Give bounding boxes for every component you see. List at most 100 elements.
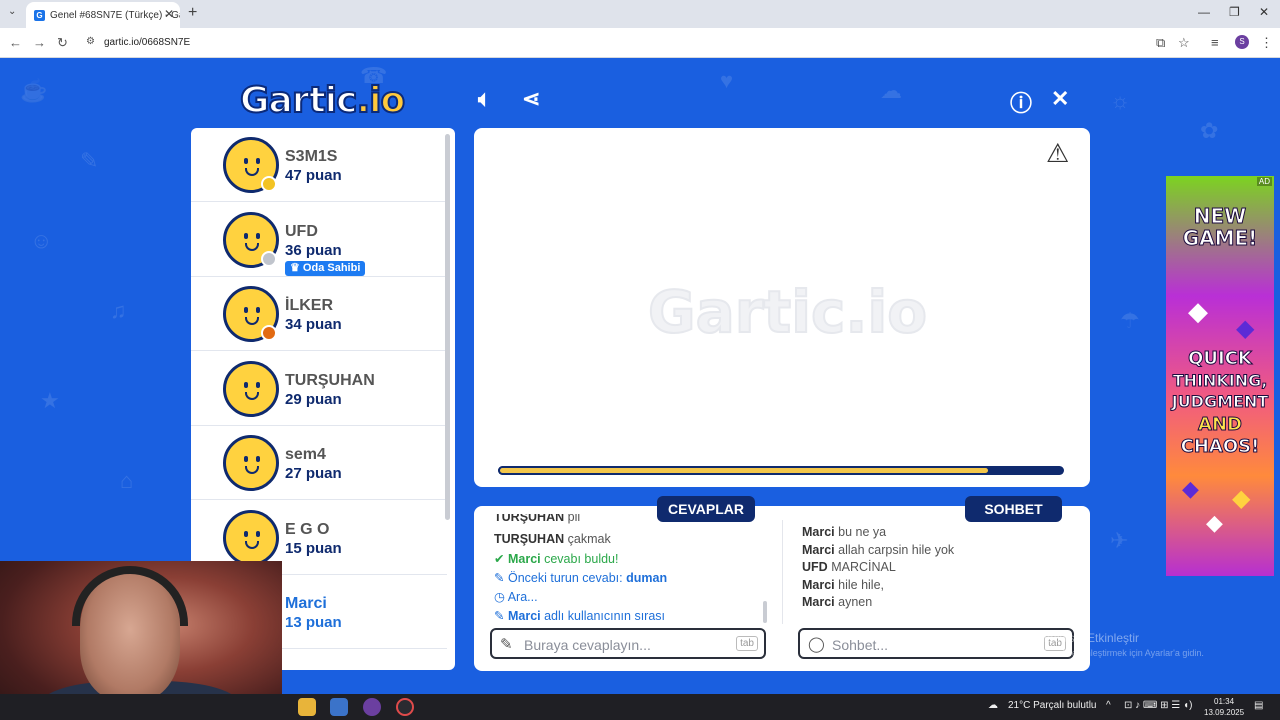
player-name: S3M1S <box>285 148 338 165</box>
answer-line-icon: ✎ <box>494 571 505 585</box>
round-timer-bar <box>498 466 1064 475</box>
forward-icon[interactable]: → <box>33 35 46 50</box>
player-status-dot <box>261 176 277 192</box>
share-icon[interactable]: ⋖ <box>522 86 540 112</box>
tab-title: Genel #68SN7E (Türkçe) - Gartic.io <box>50 9 180 21</box>
tray-expand-icon[interactable]: ^ <box>1106 700 1111 711</box>
tab-chat[interactable]: SOHBET <box>965 496 1062 522</box>
tray-icons[interactable]: ⊡ ♪ ⌨ ⊞ ☰ ◖) <box>1124 700 1192 711</box>
webcam-headset <box>72 566 188 626</box>
doodle-icon: ☁ <box>880 78 902 103</box>
browser-menu-icon[interactable]: ⋮ <box>1260 35 1273 51</box>
player-row[interactable]: TURŞUHAN 29 puan <box>191 352 447 426</box>
doodle-icon: ♫ <box>110 298 127 323</box>
advertisement-banner[interactable]: AD NEW GAME! ◆ ◆ QUICK THINKING, JUDGMEN… <box>1166 176 1274 576</box>
chat-line: Marci bu ne ya <box>802 525 886 539</box>
app-icon[interactable] <box>363 698 381 716</box>
doodle-icon: ☂ <box>1120 308 1140 333</box>
player-list-scrollbar[interactable] <box>445 134 450 520</box>
chat-line: UFD MARCİNAL <box>802 560 896 574</box>
profile-avatar[interactable]: S <box>1235 35 1249 49</box>
chat-placeholder: Sohbet... <box>832 637 889 653</box>
weather-icon[interactable]: ☁ <box>988 700 998 711</box>
chat-user: Marci <box>802 595 835 609</box>
browser-address-bar: ← → ↻ ⚙ gartic.io/0668SN7E ⧉ ☆ ≡ ⋮ <box>0 28 1280 58</box>
avatar-eye <box>256 158 260 164</box>
windows-activate-title: Windows'u Etkinleştir <box>1026 631 1139 645</box>
file-explorer-icon[interactable] <box>298 698 316 716</box>
minimize-icon[interactable]: — <box>1198 5 1210 19</box>
info-icon[interactable]: ⓘ <box>1010 86 1032 118</box>
player-score: 34 puan <box>285 316 342 333</box>
weather-text[interactable]: 21°C Parçalı bulutlu <box>1008 700 1097 711</box>
player-name: UFD <box>285 222 318 240</box>
avatar-mouth <box>245 242 259 251</box>
browser-tab-gartic[interactable]: G Genel #68SN7E (Türkçe) - Gartic.io ✕ <box>26 2 180 28</box>
answer-line: TURŞUHAN pii <box>494 514 580 524</box>
tab-list-icon[interactable]: ⌄ <box>8 6 16 17</box>
ad-text: THINKING, <box>1172 371 1268 391</box>
answer-line: ✎ Marci adlı kullanıcının sırası <box>494 608 665 623</box>
clock-time: 01:34 <box>1214 697 1235 706</box>
cube-icon: ◆ <box>1206 510 1223 535</box>
player-name: E G O <box>285 520 330 538</box>
notification-icon[interactable]: ▤ <box>1254 700 1263 711</box>
chat-user: Marci <box>802 525 835 539</box>
media-controls-icon[interactable]: ≡ <box>1211 35 1219 50</box>
ad-text: GAME! <box>1182 226 1258 251</box>
player-row[interactable]: UFD 36 puan ♛ Oda Sahibi <box>191 203 447 277</box>
answer-input[interactable]: ✎ Buraya cevaplayın... tab <box>490 628 766 659</box>
answer-text: çakmak <box>567 532 611 546</box>
player-score: 13 puan <box>285 614 342 631</box>
chat-user: Marci <box>802 542 835 557</box>
new-tab-icon[interactable]: + <box>188 4 197 22</box>
doodle-icon: ✿ <box>1200 118 1219 143</box>
doodle-icon: ☕ <box>20 78 48 103</box>
avatar-eye <box>256 307 260 313</box>
player-row[interactable]: İLKER 34 puan <box>191 277 447 351</box>
avatar-eye <box>256 530 260 537</box>
cube-icon: ◆ <box>1236 315 1255 342</box>
answer-user: Marci <box>507 609 541 623</box>
ad-text: NEW <box>1193 204 1247 229</box>
cube-icon: ◆ <box>1188 296 1208 326</box>
ad-tag[interactable]: AD <box>1256 177 1272 186</box>
tab-close-icon[interactable]: ✕ <box>164 7 174 21</box>
tab-key-hint: tab <box>736 636 758 651</box>
answer-line-icon: ✎ <box>494 609 505 623</box>
avatar-mouth <box>245 466 259 474</box>
taskbar-clock[interactable]: 01:34 13.09.2025 <box>1204 696 1244 718</box>
site-info-icon[interactable]: ⚙ <box>86 36 95 47</box>
back-icon[interactable]: ← <box>9 35 22 50</box>
player-row[interactable]: S3M1S 47 puan <box>191 128 447 202</box>
answers-scrollbar[interactable] <box>763 601 767 623</box>
drawing-canvas[interactable]: Gartic.io ⚠ <box>474 128 1090 487</box>
install-app-icon[interactable]: ⧉ <box>1156 35 1165 51</box>
answer-extra: duman <box>626 571 668 585</box>
bookmark-star-icon[interactable]: ☆ <box>1178 35 1190 51</box>
app-icon[interactable] <box>330 698 348 716</box>
exit-icon[interactable]: ✕ <box>1051 86 1069 112</box>
room-owner-label: Oda Sahibi <box>302 261 361 274</box>
restore-icon[interactable]: ❐ <box>1229 5 1240 19</box>
avatar-face <box>240 232 264 253</box>
ad-text: QUICK <box>1188 348 1253 370</box>
player-row[interactable]: sem4 27 puan <box>191 426 447 500</box>
url-field[interactable]: gartic.io/0668SN7E <box>104 37 190 48</box>
avatar-face <box>240 456 264 476</box>
reload-icon[interactable]: ↻ <box>57 35 68 51</box>
obs-icon[interactable] <box>396 698 414 716</box>
answer-user: Marci <box>507 552 541 566</box>
browser-tab-strip: ⌄ G Genel #68SN7E (Türkçe) - Gartic.io ✕… <box>0 0 1280 28</box>
answer-user: TURŞUHAN <box>494 514 565 524</box>
gartic-logo[interactable]: Gartic.io <box>239 79 406 122</box>
answer-text: adlı kullanıcının sırası <box>544 609 666 623</box>
logo-accent-text: .io <box>355 79 406 122</box>
doodle-icon: ☼ <box>1110 88 1131 113</box>
gartic-favicon-icon: G <box>34 9 45 21</box>
doodle-icon: ♥ <box>720 68 734 93</box>
tab-answers[interactable]: CEVAPLAR <box>657 496 755 522</box>
sound-icon[interactable]: 🔈︎ <box>478 86 491 112</box>
report-warning-icon[interactable]: ⚠ <box>1046 138 1069 169</box>
window-close-icon[interactable]: ✕ <box>1259 5 1269 19</box>
